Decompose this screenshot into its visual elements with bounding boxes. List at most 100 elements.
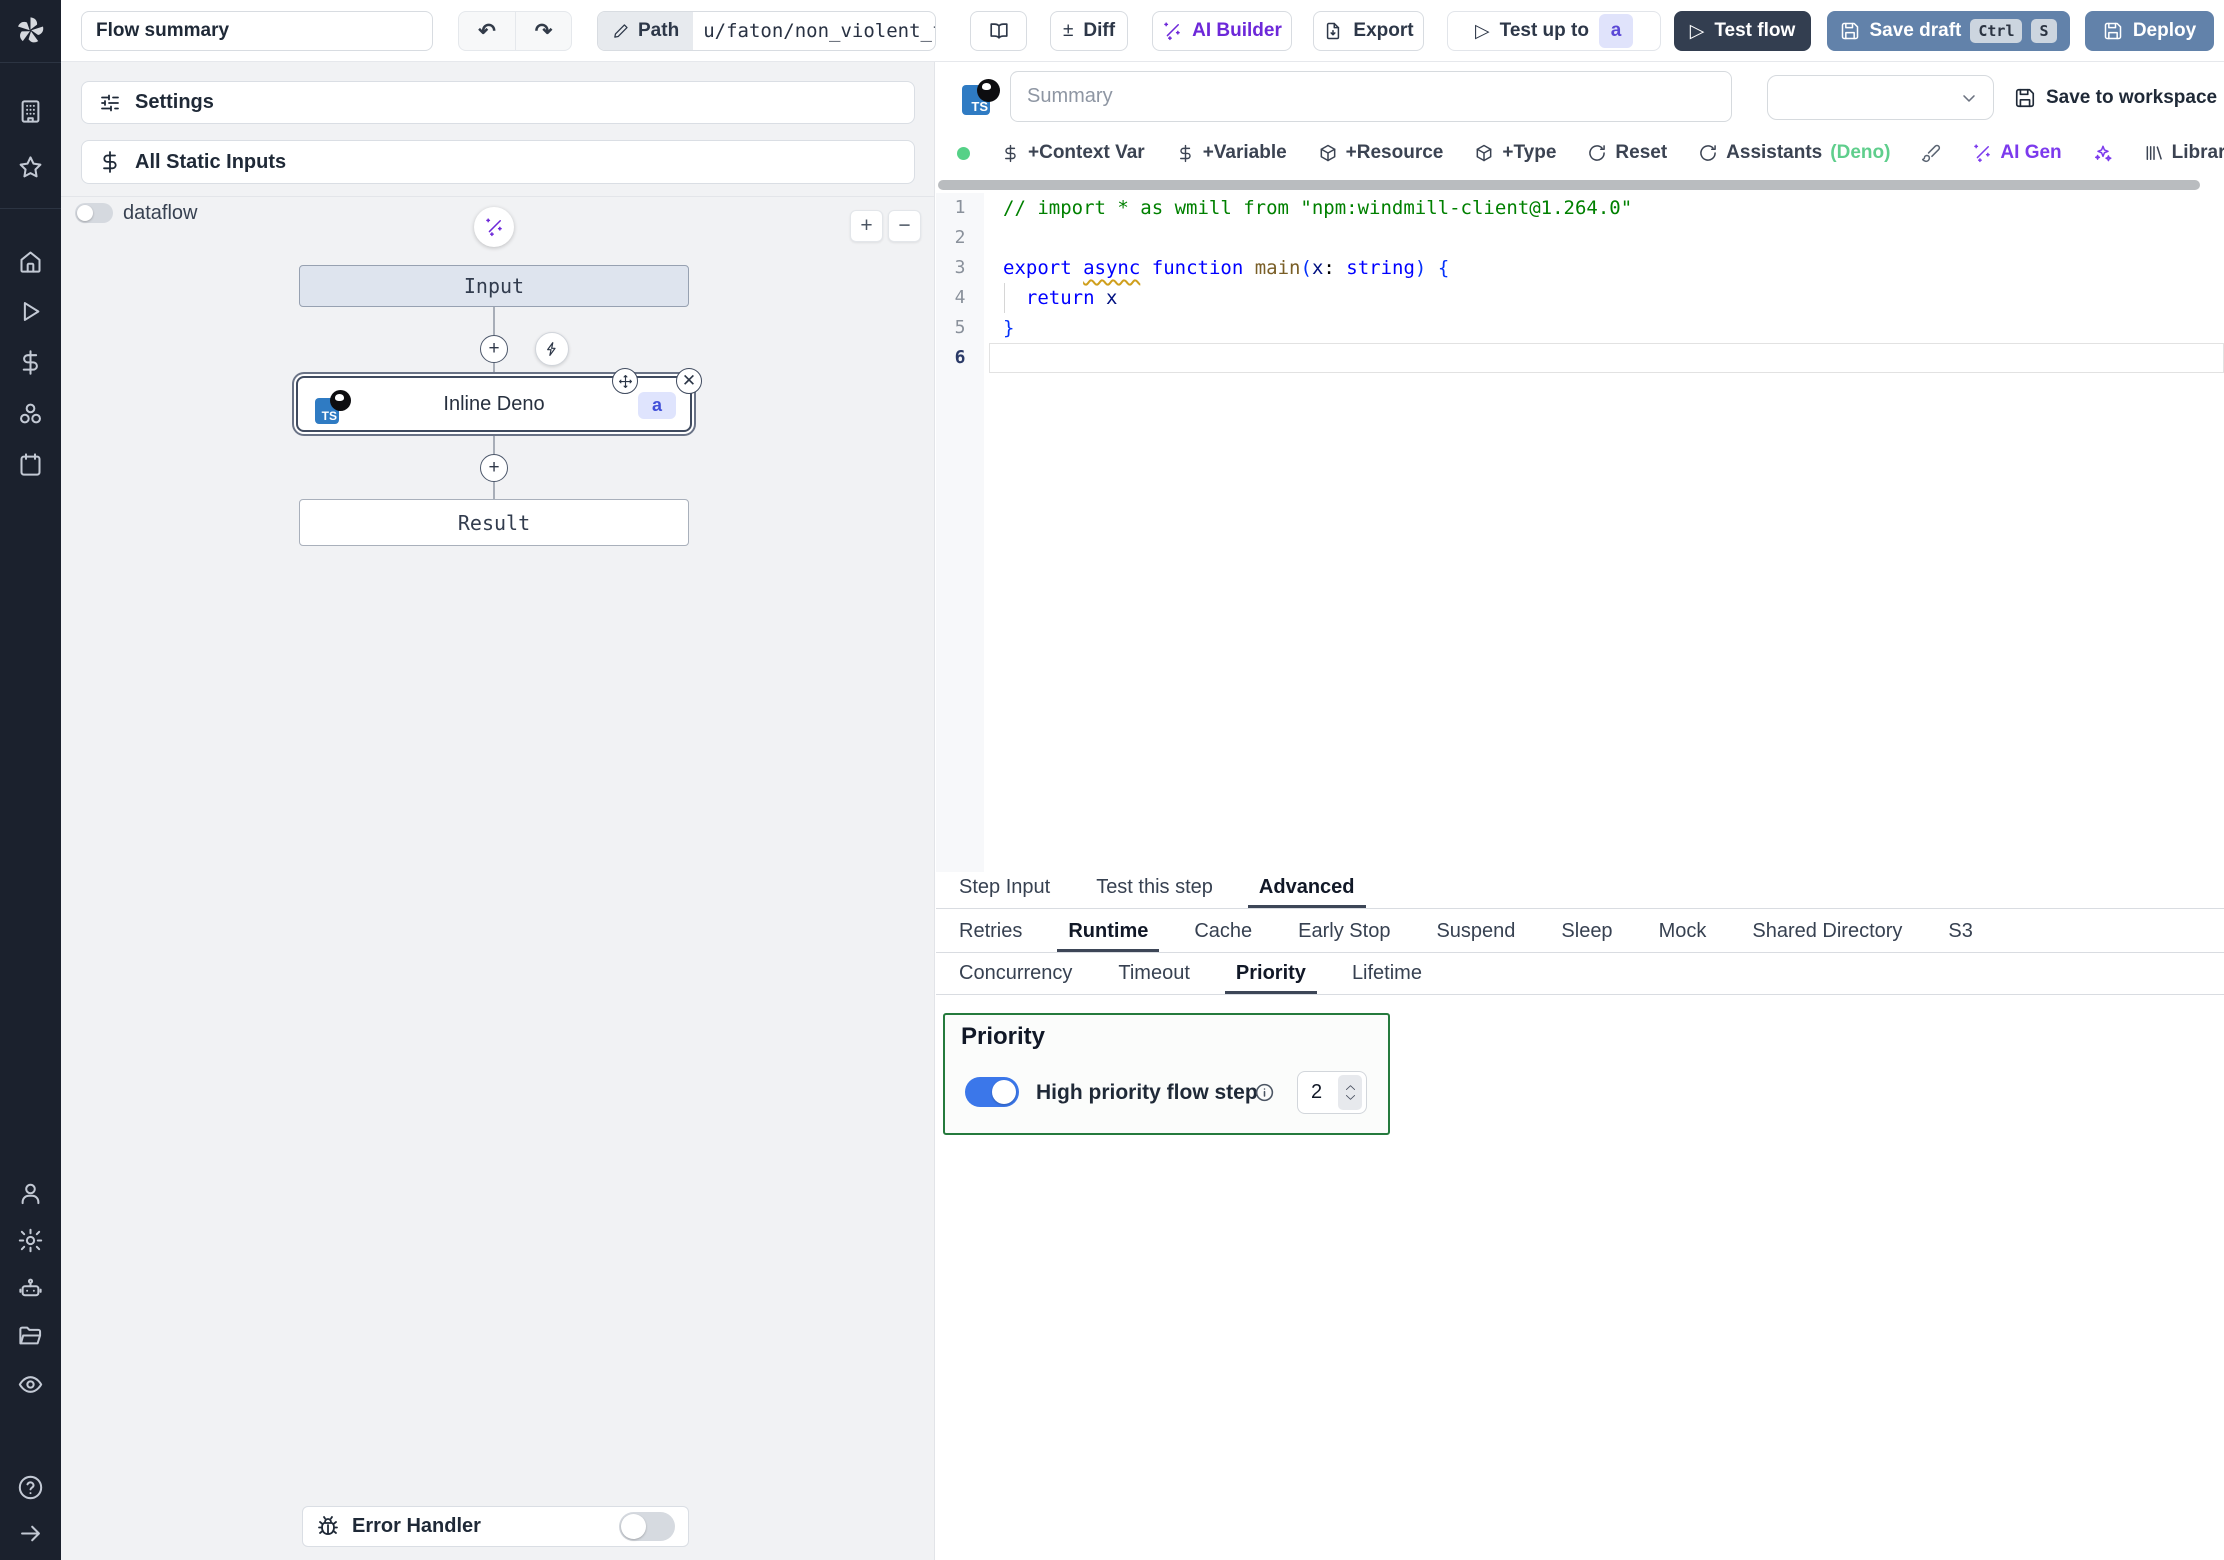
- diff-icon: ±: [1063, 20, 1073, 42]
- tab-cache[interactable]: Cache: [1183, 914, 1263, 952]
- redo-button[interactable]: ↷: [515, 12, 571, 50]
- export-file-icon: [1323, 21, 1343, 41]
- tab-early-stop[interactable]: Early Stop: [1287, 914, 1401, 952]
- save-draft-button[interactable]: Save draft Ctrl S: [1827, 11, 2070, 51]
- info-icon[interactable]: [1254, 1082, 1275, 1103]
- diff-button[interactable]: ± Diff: [1050, 11, 1128, 51]
- ai-builder-button[interactable]: AI Builder: [1152, 11, 1292, 51]
- variables-dollar-icon[interactable]: [17, 349, 44, 376]
- move-step-button[interactable]: [612, 368, 638, 394]
- zoom-out-button[interactable]: −: [888, 210, 921, 242]
- add-variable-button[interactable]: +Variable: [1176, 142, 1287, 164]
- undo-button[interactable]: ↶: [459, 12, 515, 50]
- rotate-icon: [1587, 143, 1607, 163]
- add-trigger-bolt-button[interactable]: [535, 332, 569, 366]
- library-button[interactable]: Library: [2144, 142, 2224, 164]
- edit-path-button[interactable]: Path: [598, 12, 693, 50]
- reset-button[interactable]: Reset: [1587, 142, 1667, 164]
- ai-flow-wand-button[interactable]: [474, 207, 514, 247]
- flow-input-node[interactable]: Input: [299, 265, 689, 307]
- add-step-button[interactable]: +: [480, 335, 508, 363]
- delete-step-button[interactable]: ✕: [676, 368, 702, 394]
- home-icon[interactable]: [17, 248, 44, 275]
- zoom-in-button[interactable]: +: [850, 210, 883, 242]
- tab-priority[interactable]: Priority: [1225, 956, 1317, 994]
- tab-retries[interactable]: Retries: [948, 914, 1033, 952]
- priority-number-input[interactable]: [1298, 1081, 1332, 1104]
- line-number: 6: [936, 343, 984, 373]
- folders-icon[interactable]: [17, 1322, 44, 1349]
- tab-suspend[interactable]: Suspend: [1425, 914, 1526, 952]
- tab-concurrency[interactable]: Concurrency: [948, 956, 1083, 994]
- tab-sleep[interactable]: Sleep: [1550, 914, 1623, 952]
- code-editor[interactable]: 1// import * as wmill from "npm:windmill…: [936, 193, 2224, 373]
- error-handler-card[interactable]: Error Handler: [302, 1506, 689, 1547]
- high-priority-toggle[interactable]: [965, 1077, 1019, 1107]
- dataflow-label: dataflow: [123, 202, 198, 225]
- path-value-field[interactable]: u/faton/non_violent_flow: [693, 12, 935, 50]
- all-static-inputs-card[interactable]: All Static Inputs: [81, 140, 915, 184]
- tab-mock[interactable]: Mock: [1648, 914, 1718, 952]
- tab-runtime[interactable]: Runtime: [1057, 914, 1159, 952]
- toolbar-scrollbar[interactable]: [938, 180, 2200, 190]
- step-id-badge: a: [638, 392, 676, 419]
- save-icon: [1840, 21, 1860, 41]
- tab-lifetime[interactable]: Lifetime: [1341, 956, 1433, 994]
- tab-test-this-step[interactable]: Test this step: [1085, 870, 1224, 908]
- tab-shared-directory[interactable]: Shared Directory: [1741, 914, 1913, 952]
- assistants-button[interactable]: Assistants (Deno): [1698, 142, 1890, 164]
- code-line-3[interactable]: 3export async function main(x: string) {: [936, 253, 2224, 283]
- worker-tag-select[interactable]: [1767, 75, 1994, 120]
- tab-timeout[interactable]: Timeout: [1107, 956, 1201, 994]
- number-stepper[interactable]: [1338, 1075, 1362, 1110]
- add-context-var-button[interactable]: +Context Var: [1001, 142, 1145, 164]
- schedules-calendar-icon[interactable]: [17, 451, 44, 478]
- step-editor-panel: TS Save to workspace +Context Var +Varia…: [936, 62, 2224, 1560]
- add-step-button[interactable]: +: [480, 454, 508, 482]
- runs-play-icon[interactable]: [17, 298, 44, 325]
- save-to-workspace-button[interactable]: Save to workspace: [2014, 82, 2217, 114]
- resources-icon[interactable]: [17, 400, 44, 427]
- flow-settings-card[interactable]: Settings: [81, 81, 915, 124]
- code-line-6[interactable]: 6: [936, 343, 2224, 373]
- expand-arrow-icon[interactable]: [17, 1520, 44, 1547]
- windmill-logo-icon[interactable]: [13, 13, 48, 48]
- favorites-star-icon[interactable]: [17, 154, 44, 181]
- error-handler-toggle[interactable]: [619, 1512, 675, 1541]
- workspace-icon[interactable]: [17, 98, 44, 125]
- code-line-1[interactable]: 1// import * as wmill from "npm:windmill…: [936, 193, 2224, 223]
- tab-s3[interactable]: S3: [1937, 914, 1983, 952]
- code-line-4[interactable]: 4 return x: [936, 283, 2224, 313]
- help-icon[interactable]: [17, 1474, 44, 1501]
- tab-step-input[interactable]: Step Input: [948, 870, 1061, 908]
- sliders-icon: [98, 91, 122, 115]
- export-button[interactable]: Export: [1313, 11, 1424, 51]
- code-line-2[interactable]: 2: [936, 223, 2224, 253]
- code-line-5[interactable]: 5}: [936, 313, 2224, 343]
- step-summary-input[interactable]: [1010, 71, 1732, 122]
- save-icon: [2014, 87, 2036, 109]
- deploy-button[interactable]: Deploy: [2085, 11, 2214, 51]
- line-number: 5: [936, 313, 984, 343]
- bug-icon: [316, 1515, 340, 1539]
- add-type-button[interactable]: +Type: [1474, 142, 1556, 164]
- docs-book-button[interactable]: [970, 11, 1027, 51]
- test-up-to-button[interactable]: ▷ Test up to a: [1447, 11, 1661, 51]
- wand-icon: [1972, 143, 1992, 163]
- flow-summary-input[interactable]: [81, 11, 433, 51]
- users-icon[interactable]: [17, 1180, 44, 1207]
- settings-gear-icon[interactable]: [17, 1227, 44, 1254]
- dataflow-toggle[interactable]: [75, 203, 113, 223]
- bolt-icon: [544, 341, 560, 357]
- add-resource-button[interactable]: +Resource: [1318, 142, 1444, 164]
- audit-eye-icon[interactable]: [17, 1371, 44, 1398]
- workers-robot-icon[interactable]: [17, 1275, 44, 1302]
- ai-gen-button[interactable]: AI Gen: [1972, 142, 2061, 164]
- top-toolbar: ↶ ↷ Path u/faton/non_violent_flow ± Diff…: [61, 0, 2224, 62]
- format-brush-button[interactable]: [1921, 143, 1941, 163]
- sparkles-button[interactable]: [2093, 143, 2113, 163]
- flow-result-node[interactable]: Result: [299, 499, 689, 546]
- dollar-icon: [1176, 144, 1195, 163]
- test-flow-button[interactable]: ▷ Test flow: [1674, 11, 1811, 51]
- tab-advanced[interactable]: Advanced: [1248, 870, 1366, 908]
